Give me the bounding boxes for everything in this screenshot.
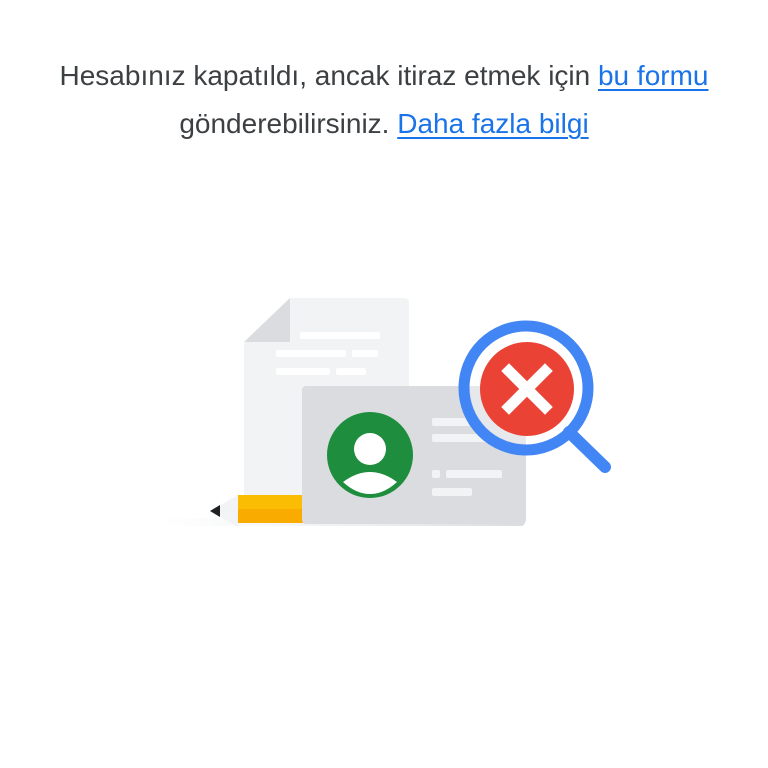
message-text-middle: gönderebilirsiniz. xyxy=(179,108,398,139)
message-text-before: Hesabınız kapatıldı, ancak itiraz etmek … xyxy=(59,60,598,91)
appeal-form-link[interactable]: bu formu xyxy=(598,60,709,91)
error-x-icon xyxy=(480,342,574,436)
learn-more-link[interactable]: Daha fazla bilgi xyxy=(397,108,588,139)
account-disabled-message: Hesabınız kapatıldı, ancak itiraz etmek … xyxy=(40,52,728,148)
avatar-icon xyxy=(327,412,413,498)
account-review-illustration xyxy=(155,298,611,527)
